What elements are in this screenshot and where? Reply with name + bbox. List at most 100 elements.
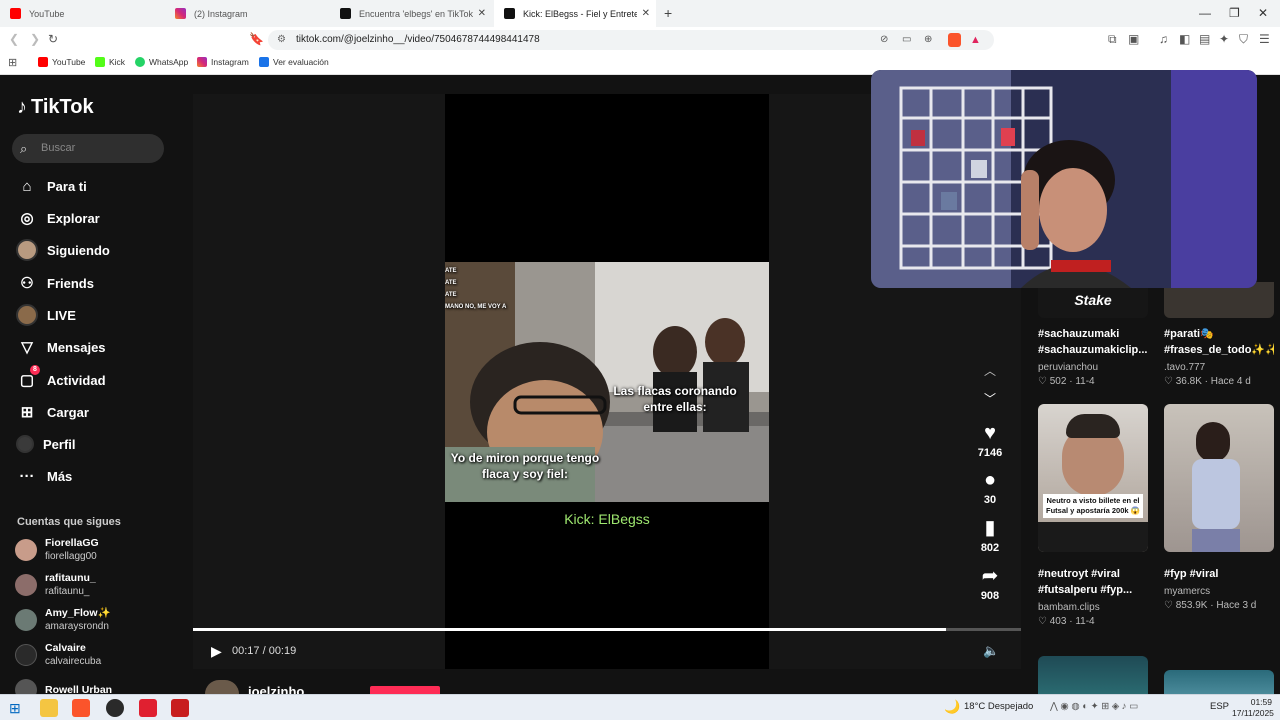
video-tags: #sachauzumaki #sachauzumakiclip... [1038,328,1148,356]
url-field[interactable]: ⚙ tiktok.com/@joelzinho__/video/75046787… [268,30,994,50]
following-account[interactable]: rafitaunu_ rafitaunu_ [15,569,96,601]
bookmark-youtube[interactable]: YouTube [38,57,85,67]
windows-start-icon[interactable]: ⊞ [9,700,21,717]
recorder-icon[interactable] [139,699,157,717]
nav-perfil[interactable]: Perfil [16,432,76,456]
voicemeeter-icon[interactable] [171,699,189,717]
menu-icon[interactable]: ☰ [1259,32,1270,46]
following-account[interactable]: Amy_Flow✨ amaraysrondn [15,604,111,636]
video-card[interactable]: Neutro a visto billete en el Futsal y ap… [1038,404,1148,627]
video-thumbnail[interactable] [1164,670,1274,694]
close-window-icon[interactable]: ✕ [1258,6,1268,20]
video-card[interactable]: Stake #sachauzumaki #sachauzumakiclip...… [1038,282,1148,387]
tiktok-logo[interactable]: ♪ TikTok [17,96,94,119]
media-icon[interactable]: ▣ [1128,32,1139,46]
music-icon[interactable]: ♫ [1159,32,1168,46]
reload-icon[interactable]: ↻ [48,32,58,46]
restore-icon[interactable]: ❐ [1229,6,1240,20]
nav-label: LIVE [47,307,76,323]
leo-ai-icon[interactable]: ✦ [1219,32,1229,46]
share-button[interactable]: ➦ 908 [968,565,1012,602]
search-input[interactable]: ⌕ Buscar [12,134,164,163]
author-avatar[interactable] [205,680,239,694]
minimize-icon[interactable]: — [1199,6,1211,20]
forward-icon[interactable]: ❯ [30,32,40,46]
save-button[interactable]: ▮ 802 [968,517,1012,554]
zoom-icon[interactable]: ⊕ [924,30,932,50]
brave-browser-icon[interactable] [72,699,90,717]
tab-kick-active[interactable]: Kick: ElBegss - Fiel y Entretenido ✕ [494,0,656,27]
cast-icon[interactable]: ▭ [902,30,911,50]
like-button[interactable]: ♥ 7146 [968,422,1012,459]
video-card[interactable]: #parati🎭 #frases_de_todo✨✨... .tavo.777 … [1164,282,1274,387]
obs-icon[interactable] [106,699,124,717]
back-icon[interactable]: ❮ [9,32,19,46]
nav-mensajes[interactable]: ▽ Mensajes [16,335,105,359]
language-indicator[interactable]: ESP [1210,701,1229,712]
brave-shield-icon[interactable] [948,33,961,47]
tab-youtube[interactable]: YouTube [0,0,168,27]
video-thumbnail [1164,404,1274,552]
nav-explorar[interactable]: ◎ Explorar [16,206,99,230]
nav-para-ti[interactable]: ⌂ Para ti [16,174,86,198]
heart-icon: ♡ [1038,376,1050,387]
weather-text[interactable]: 18°C Despejado [964,701,1033,712]
bookmark-kick[interactable]: Kick [95,57,125,67]
new-tab-button[interactable]: + [664,5,672,21]
video-progress-bar[interactable] [193,628,1021,631]
nav-cargar[interactable]: ⊞ Cargar [16,400,89,424]
video-thumbnail[interactable] [1038,656,1148,694]
bookmark-label: Kick [109,57,126,67]
video-stat: ♡ 502 · 11-4 [1038,376,1095,387]
tab-tiktok-search[interactable]: Encuentra 'elbegs' en TikTok | Bu ✕ [330,0,492,27]
kick-icon [95,57,105,67]
nav-actividad[interactable]: ▢ 8 Actividad [16,365,106,392]
nav-label: Siguiendo [47,242,110,258]
brave-rewards-icon[interactable]: ▲ [970,30,981,50]
bookmark-whatsapp[interactable]: WhatsApp [135,57,188,67]
play-icon[interactable]: ▶ [211,643,222,660]
close-tab-icon[interactable]: ✕ [642,8,650,19]
share-icon: ➦ [981,565,999,587]
apps-grid-icon[interactable]: ⊞ [8,56,17,69]
tab-label: YouTube [29,8,65,19]
sidebar-icon[interactable]: ◧ [1179,32,1190,46]
bookmark-instagram[interactable]: Instagram [197,57,249,67]
tray-icons[interactable]: ⋀ ◉ ◍ ◐ ✦ ⊞ ◈ ♪ ▭ [1050,701,1138,712]
bookmark-ver-evaluacion[interactable]: Ver evaluación [259,57,329,67]
thumbnail-caption: Neutro a visto billete en el Futsal y ap… [1043,494,1143,518]
nav-siguiendo[interactable]: Siguiendo [16,238,110,262]
account-name: FiorellaGG [45,537,99,549]
bookmark-icon[interactable]: 🔖 [249,32,264,46]
video-user: peruvianchou [1038,362,1099,373]
more-icon: ··· [19,467,35,485]
whatsapp-icon [135,57,145,67]
no-track-icon[interactable]: ⊘ [880,30,888,50]
following-account[interactable]: Calvaire calvairecuba [15,639,101,671]
next-video-icon[interactable]: ﹀ [984,390,996,407]
wallet-icon[interactable]: ▤ [1199,32,1210,46]
video-thumbnail: Neutro a visto billete en el Futsal y ap… [1038,404,1148,552]
video-tags: #fyp #viral [1164,568,1219,580]
clock[interactable]: 01:59 17/11/2025 [1232,697,1274,719]
video-tags: #neutroyt #viral #futsalperu #fyp... [1038,568,1133,596]
nav-friends[interactable]: ⚇ Friends [16,271,94,295]
following-account[interactable]: FiorellaGG fiorellagg00 [15,534,99,566]
tab-instagram[interactable]: (2) Instagram [165,0,333,27]
video-card[interactable]: #fyp #viral myamercs ♡ 853.9K · Hace 3 d [1164,404,1274,611]
site-info-icon[interactable]: ⚙ [277,30,286,50]
nav-live[interactable]: LIVE [16,303,76,327]
account-username: fiorellagg00 [45,551,97,562]
extensions-icon[interactable]: ⧉ [1108,32,1117,47]
account-name: Amy_Flow✨ [45,607,111,619]
vpn-icon[interactable]: ⛉ [1239,32,1248,47]
file-explorer-icon[interactable] [40,699,58,717]
volume-icon[interactable]: 🔈 [983,643,999,659]
heart-icon: ♡ [1164,600,1176,611]
previous-video-icon[interactable]: ︿ [984,362,996,379]
video-stat: ♡ 853.9K · Hace 3 d [1164,600,1257,611]
close-tab-icon[interactable]: ✕ [478,8,486,19]
search-icon: ⌕ [20,141,28,156]
nav-mas[interactable]: ··· Más [16,464,73,488]
comment-button[interactable]: ● 30 [968,469,1012,506]
